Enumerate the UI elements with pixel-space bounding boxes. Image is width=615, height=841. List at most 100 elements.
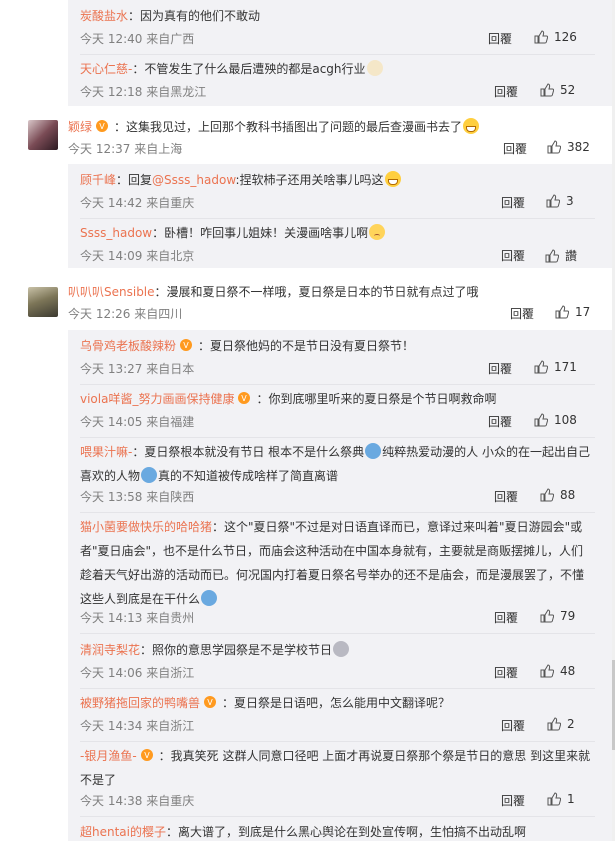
divider <box>80 437 595 438</box>
reply-text: 炭酸盐水：因为真有的他们不敢动 <box>80 4 595 28</box>
divider <box>80 633 595 634</box>
mention-link[interactable]: @Ssss_hadow <box>152 173 235 187</box>
reply-text: viola咩酱_努力画画保持健康 V ：你到底哪里听来的夏日祭是个节日啊救命啊 <box>80 387 595 411</box>
reply-button[interactable]: 回覆 <box>501 792 525 809</box>
reply-username[interactable]: 顾千峰 <box>80 173 116 187</box>
comment-username[interactable]: 颖绿 <box>68 120 92 134</box>
like-count: 2 <box>567 717 575 731</box>
reply-username[interactable]: -银月渔鱼- <box>80 749 137 763</box>
reply-meta: 今天 13:58 来自陕西 <box>80 490 195 504</box>
vip-badge-icon: V <box>238 392 251 404</box>
reply-button[interactable]: 回覆 <box>488 360 512 377</box>
like-button[interactable]: 108 <box>534 413 577 427</box>
like-button[interactable]: 1 <box>547 792 575 806</box>
reply-meta: 今天 14:42 来自重庆 <box>80 196 195 210</box>
reply-button[interactable]: 回覆 <box>501 717 525 734</box>
like-button[interactable]: 2 <box>547 717 575 731</box>
reply-button[interactable]: 回覆 <box>488 413 512 430</box>
like-button[interactable]: 382 <box>547 140 590 154</box>
reply-meta: 今天 13:27 来自日本 <box>80 362 195 376</box>
reply-button[interactable]: 回覆 <box>503 140 527 157</box>
like-count: 52 <box>560 83 576 97</box>
reply-text: 被野猪拖回家的鸭嘴兽 V ：夏日祭是日语吧，怎么能用中文翻译呢？ <box>80 691 595 715</box>
reply-body: ：照你的意思学园祭是不是学校节日 <box>140 643 333 657</box>
reply-item: 猫小菌要做快乐的哈哈猪：这个"夏日祭"不过是对日语直译而已，意译过来叫着"夏日游… <box>68 515 615 634</box>
thumb-up-icon <box>540 488 554 502</box>
reply-username[interactable]: 喂果汁嘛- <box>80 445 132 459</box>
thumb-up-icon <box>546 194 560 208</box>
comment-username[interactable]: 叭叭叭Sensible <box>68 285 155 299</box>
reply-button[interactable]: 回覆 <box>494 664 518 681</box>
like-count: 17 <box>575 305 591 319</box>
divider <box>80 218 595 219</box>
comment-text: 叭叭叭Sensible：漫展和夏日祭不一样哦，夏日祭是日本的节日就有点过了哦 <box>68 281 595 303</box>
reply-button[interactable]: 回覆 <box>501 194 525 211</box>
like-count: 382 <box>567 140 590 154</box>
reply-thread: 顾千峰：回复@Ssss_hadow:捏软柿子还用关啥事儿吗这 今天 14:42 … <box>68 164 615 268</box>
vip-badge-icon: V <box>180 339 193 351</box>
thumb-up-icon <box>540 664 554 678</box>
divider <box>80 512 595 513</box>
reply-button[interactable]: 回覆 <box>494 488 518 505</box>
reply-button[interactable]: 回覆 <box>494 609 518 626</box>
thumb-up-icon <box>540 83 554 97</box>
avatar[interactable] <box>28 287 58 317</box>
like-button[interactable]: 126 <box>534 30 577 44</box>
reply-username[interactable]: 猫小菌要做快乐的哈哈猪 <box>80 520 212 534</box>
reply-meta: 今天 12:18 来自黑龙江 <box>80 85 207 99</box>
reply-item: 被野猪拖回家的鸭嘴兽 V ：夏日祭是日语吧，怎么能用中文翻译呢？ 今天 14:34 … <box>68 691 615 742</box>
reply-username[interactable]: 被野猪拖回家的鸭嘴兽 <box>80 696 200 710</box>
reply-button[interactable]: 回覆 <box>488 30 512 47</box>
reply-text: -银月渔鱼- V ：我真笑死 这群人同意口径吧 上面才再说夏日祭那个祭是节日的意思 … <box>80 744 595 792</box>
thumb-up-icon <box>534 30 548 44</box>
comment-item: 颖绿 V ：这集我见过，上回那个教科书插图出了问题的最后查漫画书去了 今天 12:3… <box>0 114 615 164</box>
reply-button[interactable]: 回覆 <box>501 247 525 264</box>
divider <box>80 741 595 742</box>
divider <box>80 54 595 55</box>
like-button[interactable]: 3 <box>546 194 574 208</box>
vip-badge-icon: V <box>96 120 109 132</box>
reply-button[interactable]: 回覆 <box>510 305 534 322</box>
like-button[interactable]: 88 <box>540 488 575 502</box>
reply-body: ：夏日祭根本就没有节日 根本不是什么祭典 <box>132 445 365 459</box>
like-button[interactable]: 171 <box>534 360 577 374</box>
reply-text: 顾千峰：回复@Ssss_hadow:捏软柿子还用关啥事儿吗这 <box>80 168 595 192</box>
reply-body: ：离大谱了，到底是什么黑心舆论在到处宣传啊，生怕搞不出动乱啊 <box>166 825 527 839</box>
like-button[interactable]: 48 <box>540 664 575 678</box>
reply-body: :捏软柿子还用关啥事儿吗这 <box>235 173 384 187</box>
reply-body: ：你到底哪里听来的夏日祭是个节日啊救命啊 <box>256 392 497 406</box>
reply-username[interactable]: 天心仁慈- <box>80 62 132 76</box>
comment-item: 叭叭叭Sensible：漫展和夏日祭不一样哦，夏日祭是日本的节日就有点过了哦 今… <box>0 281 615 329</box>
reply-body: ：夏日祭是日语吧，怎么能用中文翻译呢？ <box>222 696 451 710</box>
face-emoji-icon <box>141 467 158 483</box>
reply-username[interactable]: 乌骨鸡老板酸辣粉 <box>80 339 176 353</box>
thumb-up-icon <box>534 413 548 427</box>
thumb-up-icon <box>540 609 554 623</box>
svg-text:V: V <box>183 341 189 350</box>
comment-body: ：这集我见过，上回那个教科书插图出了问题的最后查漫画书去了 <box>114 120 463 134</box>
reply-username[interactable]: viola咩酱_努力画画保持健康 <box>80 392 234 406</box>
like-button[interactable]: 讚 <box>545 247 577 264</box>
thumb-up-icon <box>534 360 548 374</box>
reply-thread: 乌骨鸡老板酸辣粉 V ：夏日祭他妈的不是节日没有夏日祭节！ 今天 13:27 来自日… <box>68 330 615 841</box>
reply-username[interactable]: 清润寺梨花 <box>80 643 140 657</box>
avatar[interactable] <box>28 120 58 150</box>
comment-text: 颖绿 V ：这集我见过，上回那个教科书插图出了问题的最后查漫画书去了 <box>68 116 595 138</box>
vip-badge-icon: V <box>204 696 217 708</box>
reply-username[interactable]: Ssss_hadow <box>80 226 152 240</box>
reply-username[interactable]: 炭酸盐水 <box>80 9 128 23</box>
like-button[interactable]: 79 <box>540 609 575 623</box>
sad-emoji-icon <box>369 224 386 240</box>
reply-button[interactable]: 回覆 <box>494 83 518 100</box>
reply-meta: 今天 14:13 来自贵州 <box>80 611 195 625</box>
like-button[interactable]: 17 <box>555 305 590 319</box>
reply-meta: 今天 14:34 来自浙江 <box>80 719 195 733</box>
comment-meta: 今天 12:37 来自上海 <box>68 142 183 156</box>
like-count: 79 <box>560 609 576 623</box>
comment-body: ：漫展和夏日祭不一样哦，夏日祭是日本的节日就有点过了哦 <box>154 285 479 299</box>
reply-username[interactable]: 超hentai的樱子 <box>80 825 166 839</box>
like-button[interactable]: 52 <box>540 83 575 97</box>
reply-body: 真的不知道被传成啥样了简直离谱 <box>158 469 339 483</box>
thumb-up-icon <box>547 140 561 154</box>
like-count: 48 <box>560 664 576 678</box>
